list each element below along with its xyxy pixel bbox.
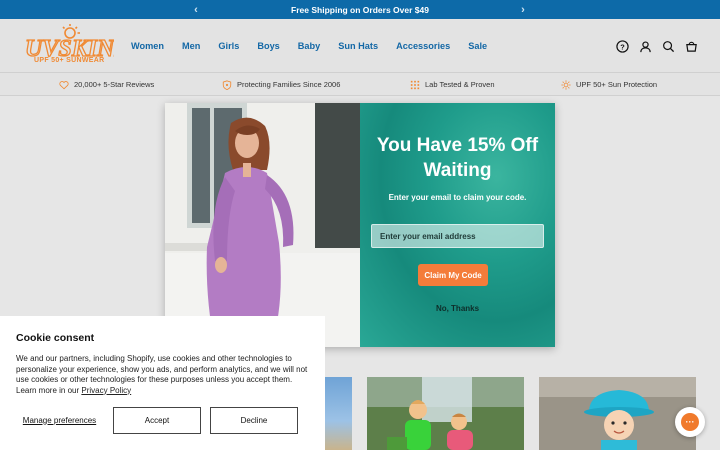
offer-panel: You Have 15% Off Waiting Enter your emai…	[360, 103, 555, 347]
nav-item-girls[interactable]: Girls	[218, 41, 239, 51]
offer-subtext: Enter your email to claim your code.	[388, 193, 527, 202]
offer-headline-line1: You Have 15% Off	[376, 135, 539, 156]
cookie-actions: Manage preferences Accept Decline	[16, 407, 299, 434]
offer-headline-line2: Waiting	[423, 160, 492, 181]
product-tile-image[interactable]	[367, 377, 524, 450]
heart-icon	[59, 80, 69, 89]
chat-bubble-icon: ···	[681, 413, 699, 431]
accept-button[interactable]: Accept	[113, 407, 201, 434]
model-photo	[165, 103, 360, 347]
site-header: UVSKINZ UPF 50+ SUNWEAR Women Men Girls …	[0, 19, 720, 73]
email-field[interactable]	[371, 224, 544, 248]
nav-item-baby[interactable]: Baby	[298, 41, 320, 51]
svg-text:?: ?	[620, 42, 625, 51]
account-icon[interactable]	[638, 39, 652, 53]
search-icon[interactable]	[661, 39, 675, 53]
sun-icon	[561, 79, 571, 90]
cookie-title: Cookie consent	[16, 332, 95, 344]
offer-headline: You Have 15% Off Waiting	[360, 133, 555, 183]
trust-label: Lab Tested & Proven	[425, 80, 495, 89]
product-tile-image[interactable]	[325, 377, 352, 450]
nav-item-sun-hats[interactable]: Sun Hats	[338, 41, 378, 51]
product-tile-image[interactable]	[539, 377, 696, 450]
discount-popup: You Have 15% Off Waiting Enter your emai…	[165, 103, 555, 347]
nav-item-sale[interactable]: Sale	[468, 41, 487, 51]
cookie-consent-banner: Cookie consent We and our partners, incl…	[0, 316, 325, 450]
nav-item-men[interactable]: Men	[182, 41, 200, 51]
decline-button[interactable]: Decline	[210, 407, 298, 434]
trust-label: UPF 50+ Sun Protection	[576, 80, 658, 89]
trust-item: Lab Tested & Proven	[410, 73, 495, 96]
help-icon[interactable]: ?	[615, 39, 629, 53]
trust-label: Protecting Families Since 2006	[237, 80, 341, 89]
trust-bar: 20,000+ 5-Star Reviews Protecting Famili…	[0, 73, 720, 96]
trust-item: UPF 50+ Sun Protection	[561, 73, 657, 96]
claim-code-button[interactable]: Claim My Code	[418, 264, 488, 286]
chat-launcher[interactable]: ···	[675, 407, 705, 437]
chevron-left-icon[interactable]: ‹	[186, 0, 206, 19]
header-icons: ?	[615, 19, 698, 73]
cookie-body-text: We and our partners, including Shopify, …	[16, 354, 308, 395]
manage-preferences-link[interactable]: Manage preferences	[16, 407, 103, 434]
announcement-bar: ‹ Free Shipping on Orders Over $49 ›	[0, 0, 720, 19]
announcement-text: Free Shipping on Orders Over $49	[291, 4, 429, 15]
nav-item-accessories[interactable]: Accessories	[396, 41, 450, 51]
brand-tagline: UPF 50+ SUNWEAR	[34, 57, 105, 64]
brand-logo[interactable]: UVSKINZ UPF 50+ SUNWEAR	[22, 23, 130, 69]
privacy-policy-link[interactable]: Privacy Policy	[81, 386, 131, 395]
cart-icon[interactable]	[684, 39, 698, 53]
cookie-body: We and our partners, including Shopify, …	[16, 354, 309, 396]
no-thanks-link[interactable]: No, Thanks	[360, 304, 555, 313]
nav-item-boys[interactable]: Boys	[257, 41, 279, 51]
shield-icon	[222, 79, 232, 90]
main-nav: Women Men Girls Boys Baby Sun Hats Acces…	[131, 19, 505, 73]
chevron-right-icon[interactable]: ›	[513, 0, 533, 19]
nav-item-women[interactable]: Women	[131, 41, 164, 51]
trust-item: Protecting Families Since 2006	[222, 73, 340, 96]
trust-label: 20,000+ 5-Star Reviews	[74, 80, 155, 89]
lab-grid-icon	[410, 80, 420, 89]
trust-item: 20,000+ 5-Star Reviews	[59, 73, 154, 96]
